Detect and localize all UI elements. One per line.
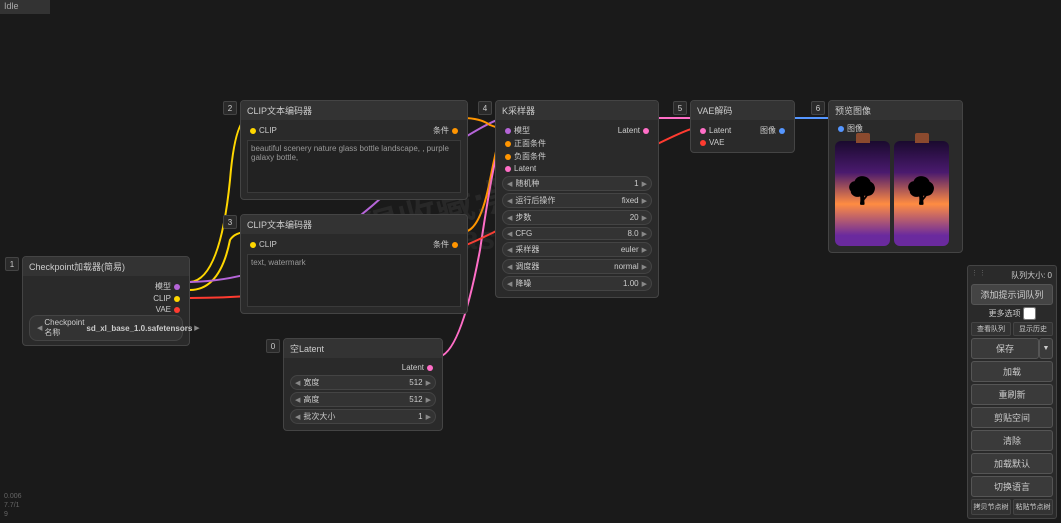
port-dot[interactable] [700,128,706,134]
port-dot[interactable] [174,284,180,290]
refresh-button[interactable]: 重刷新 [971,384,1053,405]
node-checkpoint-loader[interactable]: 1 Checkpoint加载器(简易) 模型 CLIP VAE ◀ Checkp… [22,256,190,346]
input-clip: CLIP [259,240,277,249]
node-number: 3 [223,215,237,229]
node-title[interactable]: Checkpoint加载器(简易) [23,257,189,276]
chevron-right-icon[interactable]: ▶ [426,413,431,421]
chevron-left-icon[interactable]: ◀ [37,324,42,332]
widget-steps[interactable]: ◀步数20▶ [502,210,652,225]
output-latent: Latent [618,126,640,135]
input-vae: VAE [709,138,724,147]
extra-options-checkbox[interactable]: 更多选项 [971,307,1053,320]
switch-language-button[interactable]: 切换语言 [971,476,1053,497]
input-model: 模型 [514,125,530,136]
node-empty-latent[interactable]: 0 空Latent Latent ◀宽度512▶ ◀高度512▶ ◀批次大小1▶ [283,338,443,431]
prompt-textarea[interactable] [247,140,461,193]
port-dot[interactable] [452,128,458,134]
view-history-button[interactable]: 显示历史 [1013,322,1053,336]
input-latent: Latent [709,126,731,135]
port-dot[interactable] [174,307,180,313]
output-vae: VAE [156,305,171,314]
performance-stats: 0.006 7.7/1 9 [4,492,22,519]
load-default-button[interactable]: 加载默认 [971,453,1053,474]
widget-control[interactable]: ◀运行后操作fixed▶ [502,193,652,208]
node-title[interactable]: K采样器 [496,101,658,120]
node-title[interactable]: CLIP文本编码器 [241,101,467,120]
widget-denoise[interactable]: ◀降噪1.00▶ [502,276,652,291]
output-image: 图像 [760,125,776,136]
save-button[interactable]: 保存 [971,338,1039,359]
generated-image-1[interactable] [835,141,890,246]
widget-seed[interactable]: ◀随机种1▶ [502,176,652,191]
control-panel[interactable]: ⋮⋮ 队列大小: 0 添加提示词队列 更多选项 查看队列 显示历史 保存 ▼ 加… [967,265,1057,519]
port-dot[interactable] [779,128,785,134]
port-dot[interactable] [838,126,844,132]
node-number: 5 [673,101,687,115]
widget-width[interactable]: ◀宽度512▶ [290,375,436,390]
port-dot[interactable] [505,154,511,160]
widget-cfg[interactable]: ◀CFG8.0▶ [502,227,652,240]
output-conditioning: 条件 [433,239,449,250]
port-dot[interactable] [505,141,511,147]
node-title[interactable]: CLIP文本编码器 [241,215,467,234]
port-dot[interactable] [250,242,256,248]
node-title[interactable]: 预览图像 [829,101,962,120]
queue-prompt-button[interactable]: 添加提示词队列 [971,284,1053,305]
port-dot[interactable] [505,128,511,134]
input-clip: CLIP [259,126,277,135]
widget-batch[interactable]: ◀批次大小1▶ [290,409,436,424]
chevron-right-icon[interactable]: ▶ [426,396,431,404]
input-positive: 正面条件 [514,138,546,149]
node-clip-encode-negative[interactable]: 3 CLIP文本编码器 CLIP 条件 [240,214,468,314]
port-dot[interactable] [427,365,433,371]
chevron-right-icon[interactable]: ▶ [194,324,199,332]
output-conditioning: 条件 [433,125,449,136]
preview-images[interactable] [829,135,962,252]
node-clip-encode-positive[interactable]: 2 CLIP文本编码器 CLIP 条件 [240,100,468,200]
port-dot[interactable] [700,140,706,146]
prompt-textarea[interactable] [247,254,461,307]
node-title[interactable]: 空Latent [284,339,442,358]
load-button[interactable]: 加载 [971,361,1053,382]
generated-image-2[interactable] [894,141,949,246]
node-number: 2 [223,101,237,115]
status-bar: Idle [0,0,50,14]
output-clip: CLIP [153,294,171,303]
output-latent: Latent [402,363,424,372]
save-dropdown-icon[interactable]: ▼ [1039,338,1053,359]
port-dot[interactable] [452,242,458,248]
node-number: 4 [478,101,492,115]
input-latent: Latent [514,164,536,173]
node-number: 1 [5,257,19,271]
node-number: 6 [811,101,825,115]
view-queue-button[interactable]: 查看队列 [971,322,1011,336]
output-model: 模型 [155,281,171,292]
node-title[interactable]: VAE解码 [691,101,794,120]
input-negative: 负面条件 [514,151,546,162]
widget-height[interactable]: ◀高度512▶ [290,392,436,407]
paste-tree-button[interactable]: 粘贴节点树 [1013,499,1053,515]
port-dot[interactable] [250,128,256,134]
widget-scheduler[interactable]: ◀调度器normal▶ [502,259,652,274]
node-vae-decode[interactable]: 5 VAE解码 Latent图像 VAE [690,100,795,153]
clear-button[interactable]: 清除 [971,430,1053,451]
copy-tree-button[interactable]: 拷贝节点树 [971,499,1011,515]
port-dot[interactable] [643,128,649,134]
port-dot[interactable] [505,166,511,172]
port-dot[interactable] [174,296,180,302]
node-preview-image[interactable]: 6 预览图像 图像 [828,100,963,253]
drag-handle-icon[interactable]: ⋮⋮ [971,269,987,277]
checkpoint-selector[interactable]: ◀ Checkpoint名称 sd_xl_base_1.0.safetensor… [29,315,183,341]
node-ksampler[interactable]: 4 K采样器 模型Latent 正面条件 负面条件 Latent ◀随机种1▶ … [495,100,659,298]
node-number: 0 [266,339,280,353]
chevron-right-icon[interactable]: ▶ [426,379,431,387]
clipspace-button[interactable]: 剪贴空间 [971,407,1053,428]
widget-sampler[interactable]: ◀采样器euler▶ [502,242,652,257]
